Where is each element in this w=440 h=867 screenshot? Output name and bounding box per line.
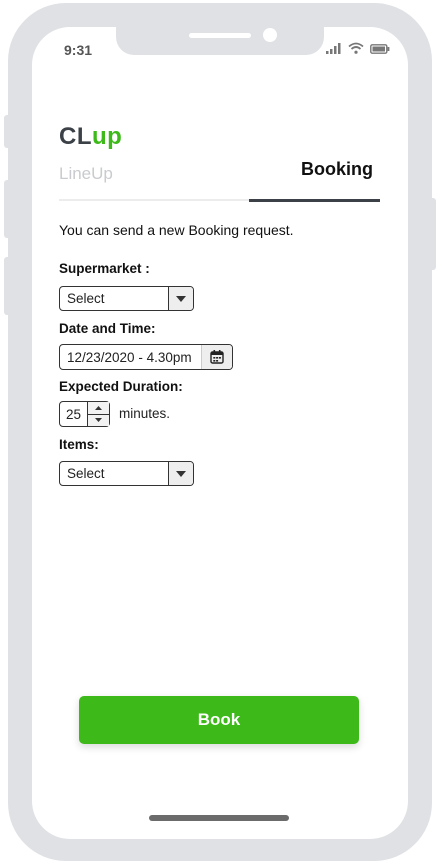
phone-power-button xyxy=(428,198,436,270)
intro-text: You can send a new Booking request. xyxy=(59,222,294,238)
tab-lineup[interactable]: LineUp xyxy=(59,164,113,184)
duration-unit: minutes. xyxy=(119,406,171,421)
battery-icon xyxy=(370,41,390,59)
app-logo: CLup xyxy=(59,123,123,150)
items-label: Items: xyxy=(59,437,99,452)
chevron-down-icon[interactable] xyxy=(168,287,193,310)
supermarket-select-value: Select xyxy=(67,291,105,306)
datetime-input[interactable]: 12/23/2020 - 4.30pm xyxy=(59,344,233,370)
tab-active-indicator xyxy=(249,199,380,202)
app-screen: 9:31 CLup LineUp Booking You can send a … xyxy=(32,27,408,839)
phone-side-button xyxy=(4,115,12,148)
chevron-up-icon[interactable] xyxy=(88,402,109,414)
duration-label: Expected Duration: xyxy=(59,379,183,394)
speaker xyxy=(189,33,251,38)
items-select-value: Select xyxy=(67,466,105,481)
camera xyxy=(263,28,277,42)
calendar-icon[interactable] xyxy=(201,345,232,369)
items-select[interactable]: Select xyxy=(59,461,194,486)
chevron-down-icon[interactable] xyxy=(88,413,109,426)
status-icons xyxy=(326,41,390,59)
phone-volume-down-button xyxy=(4,257,12,315)
home-indicator xyxy=(149,815,289,821)
supermarket-select[interactable]: Select xyxy=(59,286,194,311)
datetime-value: 12/23/2020 - 4.30pm xyxy=(67,349,192,365)
book-button[interactable]: Book xyxy=(79,696,359,744)
phone-volume-up-button xyxy=(4,180,12,238)
datetime-label: Date and Time: xyxy=(59,321,156,336)
wifi-icon xyxy=(348,41,364,59)
tab-booking[interactable]: Booking xyxy=(301,159,373,180)
stepper-arrows xyxy=(87,402,109,426)
chevron-down-icon[interactable] xyxy=(168,462,193,485)
duration-value: 25 xyxy=(65,406,82,422)
duration-stepper[interactable]: 25 xyxy=(59,401,110,427)
signal-icon xyxy=(326,41,342,59)
supermarket-label: Supermarket : xyxy=(59,261,150,276)
notch xyxy=(116,27,324,55)
status-time: 9:31 xyxy=(64,42,93,58)
